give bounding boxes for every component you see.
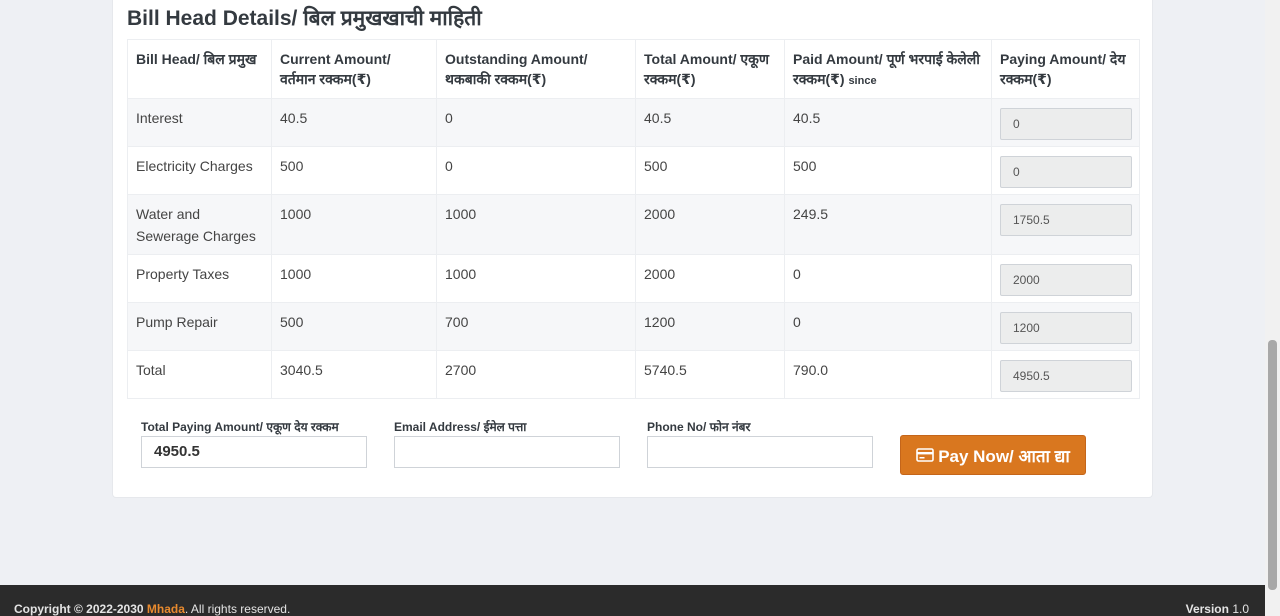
cell-paying: 1200 [991, 302, 1140, 351]
page-scrollbar[interactable] [1265, 0, 1280, 616]
copyright-suffix: . All rights reserved. [184, 602, 291, 616]
cell-paid: 0 [784, 302, 992, 351]
table-row-total: Total 3040.5 2700 5740.5 790.0 4950.5 [127, 350, 1140, 399]
footer-copyright: Copyright © 2022-2030 Mhada. All rights … [14, 602, 290, 616]
paying-amount-input[interactable]: 2000 [1000, 264, 1132, 296]
cell-paid: 40.5 [784, 98, 992, 147]
table-row: Property Taxes 1000 1000 2000 0 2000 [127, 254, 1140, 303]
paying-amount-input[interactable]: 1200 [1000, 312, 1132, 344]
section-title: Bill Head Details/ बिल प्रमुखखाची माहिती [127, 7, 482, 30]
phone-group: Phone No/ फोन नंबर [647, 418, 873, 468]
footer-brand-link[interactable]: Mhada [147, 602, 185, 616]
cell-current: 500 [271, 302, 437, 351]
cell-paying: 1750.5 [991, 194, 1140, 255]
cell-bill-head: Water and Sewerage Charges [127, 194, 272, 255]
cell-total: 5740.5 [635, 350, 785, 399]
header-bill-head: Bill Head/ बिल प्रमुख [127, 39, 272, 99]
bill-head-table: Bill Head/ बिल प्रमुख Current Amount/ वर… [127, 39, 1140, 399]
header-paying-amount: Paying Amount/ देय रक्कम(₹) [991, 39, 1140, 99]
cell-total: 1200 [635, 302, 785, 351]
email-input[interactable] [394, 436, 620, 468]
cell-bill-head: Property Taxes [127, 254, 272, 303]
cell-current: 1000 [271, 254, 437, 303]
credit-card-icon [916, 448, 934, 462]
cell-total: 2000 [635, 194, 785, 255]
cell-paid: 249.5 [784, 194, 992, 255]
cell-paid: 500 [784, 146, 992, 195]
cell-paying: 2000 [991, 254, 1140, 303]
table-row: Water and Sewerage Charges 1000 1000 200… [127, 194, 1140, 255]
header-current-amount: Current Amount/ वर्तमान रक्कम(₹) [271, 39, 437, 99]
copyright-prefix: Copyright © 2022-2030 [14, 602, 144, 616]
cell-current: 500 [271, 146, 437, 195]
total-paying-group: Total Paying Amount/ एकूण देय रक्कम 4950… [141, 418, 367, 468]
cell-outstanding: 0 [436, 146, 636, 195]
header-total-amount: Total Amount/ एकूण रक्कम(₹) [635, 39, 785, 99]
total-paying-input[interactable]: 4950.5 [141, 436, 367, 468]
table-row: Electricity Charges 500 0 500 500 0 [127, 146, 1140, 195]
table-row: Pump Repair 500 700 1200 0 1200 [127, 302, 1140, 351]
table-header-row: Bill Head/ बिल प्रमुख Current Amount/ वर… [127, 39, 1140, 99]
cell-paying: 0 [991, 146, 1140, 195]
cell-bill-head: Total [127, 350, 272, 399]
total-paying-label: Total Paying Amount/ एकूण देय रक्कम [141, 420, 339, 434]
table-row: Interest 40.5 0 40.5 40.5 0 [127, 98, 1140, 147]
cell-outstanding: 0 [436, 98, 636, 147]
cell-paying: 4950.5 [991, 350, 1140, 399]
cell-bill-head: Electricity Charges [127, 146, 272, 195]
version-value: 1.0 [1232, 602, 1249, 616]
header-paid-since: since [848, 75, 877, 87]
header-paid-amount: Paid Amount/ पूर्ण भरपाई केलेली रक्कम(₹)… [784, 39, 992, 99]
pay-now-button[interactable]: Pay Now/ आता द्या [900, 435, 1086, 475]
cell-outstanding: 700 [436, 302, 636, 351]
cell-paying: 0 [991, 98, 1140, 147]
cell-total: 2000 [635, 254, 785, 303]
cell-outstanding: 1000 [436, 254, 636, 303]
paying-amount-input[interactable]: 0 [1000, 108, 1132, 140]
cell-current: 40.5 [271, 98, 437, 147]
paying-amount-input[interactable]: 0 [1000, 156, 1132, 188]
cell-paid: 0 [784, 254, 992, 303]
bill-head-card: Bill Head Details/ बिल प्रमुखखाची माहिती… [112, 0, 1153, 498]
scrollbar-thumb[interactable] [1268, 340, 1277, 590]
paying-amount-total-input[interactable]: 4950.5 [1000, 360, 1132, 392]
cell-paid: 790.0 [784, 350, 992, 399]
email-label: Email Address/ ईमेल पत्ता [394, 420, 527, 434]
header-outstanding-amount: Outstanding Amount/ थकबाकी रक्कम(₹) [436, 39, 636, 99]
footer-version: Version 1.0 [1186, 602, 1249, 616]
cell-bill-head: Pump Repair [127, 302, 272, 351]
phone-input[interactable] [647, 436, 873, 468]
cell-total: 40.5 [635, 98, 785, 147]
cell-current: 1000 [271, 194, 437, 255]
version-label: Version [1185, 602, 1229, 616]
footer: Copyright © 2022-2030 Mhada. All rights … [0, 585, 1265, 616]
cell-total: 500 [635, 146, 785, 195]
cell-bill-head: Interest [127, 98, 272, 147]
email-group: Email Address/ ईमेल पत्ता [394, 418, 620, 468]
cell-outstanding: 2700 [436, 350, 636, 399]
phone-label: Phone No/ फोन नंबर [647, 420, 751, 434]
pay-now-label: Pay Now/ आता द्या [938, 446, 1070, 466]
cell-current: 3040.5 [271, 350, 437, 399]
cell-outstanding: 1000 [436, 194, 636, 255]
paying-amount-input[interactable]: 1750.5 [1000, 204, 1132, 236]
